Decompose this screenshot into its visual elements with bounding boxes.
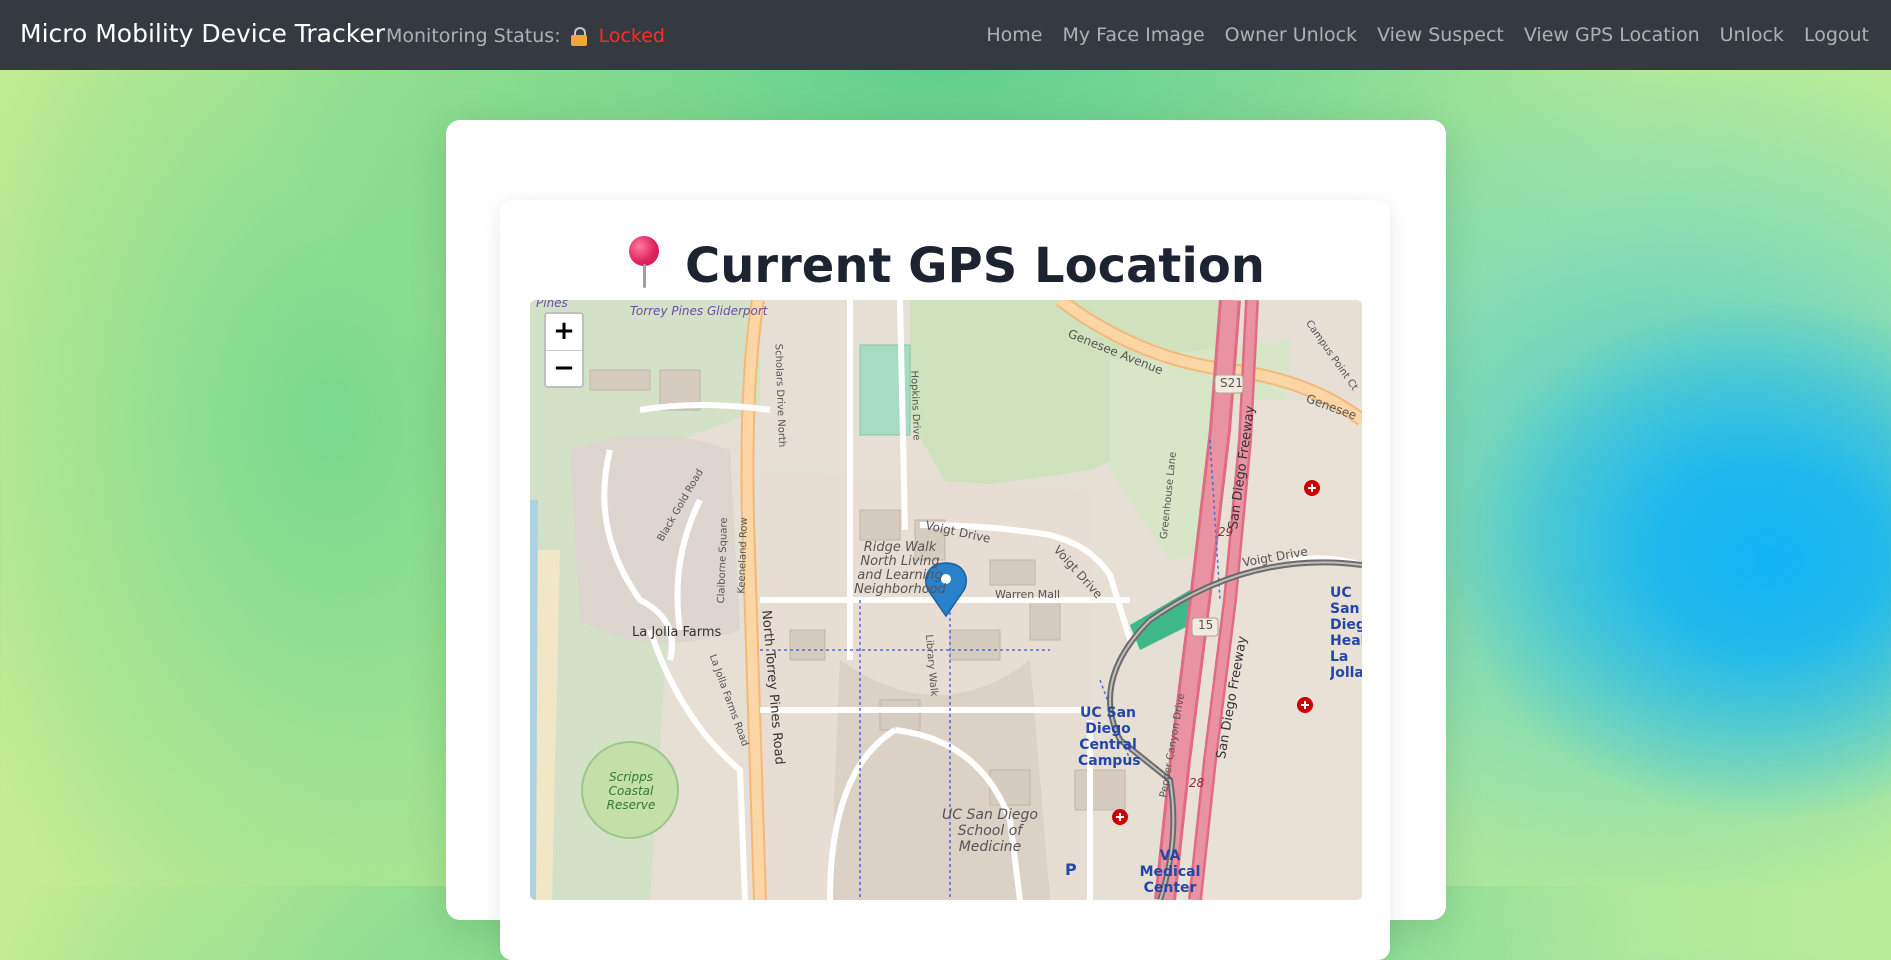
status-label: Monitoring Status:: [386, 25, 561, 47]
round-pushpin-icon: [625, 236, 665, 288]
label-parking: P: [1065, 860, 1077, 879]
zoom-out-button[interactable]: −: [546, 351, 582, 387]
nav-link-view-gps-location[interactable]: View GPS Location: [1524, 24, 1700, 46]
label-scripps: Scripps Coastal Reserve: [606, 770, 656, 812]
nav-link-my-face-image[interactable]: My Face Image: [1062, 24, 1204, 46]
navbar: Micro Mobility Device Tracker Monitoring…: [0, 0, 1891, 70]
label-la-jolla-farms: La Jolla Farms: [632, 625, 722, 640]
content-card: Current GPS Location + − Torrey Pines Gl…: [446, 120, 1446, 960]
label-va: VA Medical Center: [1139, 848, 1201, 896]
label-glider: Torrey Pines Gliderport: [630, 304, 768, 318]
label-r28: 28: [1189, 776, 1205, 790]
nav-link-home[interactable]: Home: [986, 24, 1042, 46]
nav-link-logout[interactable]: Logout: [1804, 24, 1869, 46]
status-value: Locked: [598, 25, 665, 47]
nav-links: Home My Face Image Owner Unlock View Sus…: [986, 0, 1891, 70]
nav-link-unlock[interactable]: Unlock: [1720, 24, 1784, 46]
label-ridge-walk: Ridge Walk North Living and Learning Nei…: [854, 540, 946, 597]
label-uc-health: UC San Diego Health La Jolla: [1330, 585, 1362, 681]
label-i15: 15: [1198, 618, 1214, 632]
map[interactable]: + − Torrey Pines Gliderport Pines Genese…: [530, 300, 1362, 900]
brand-title[interactable]: Micro Mobility Device Tracker: [20, 19, 385, 48]
lock-icon: [570, 26, 587, 46]
label-s21: S21: [1220, 376, 1243, 390]
label-pines: Pines: [536, 300, 568, 310]
label-warren-mall: Warren Mall: [995, 588, 1061, 601]
page-title-text: Current GPS Location: [685, 238, 1265, 294]
gps-card: Current GPS Location + − Torrey Pines Gl…: [500, 200, 1390, 960]
page-title: Current GPS Location: [500, 236, 1390, 294]
monitoring-status: Monitoring Status: Locked: [386, 25, 665, 47]
zoom-control: + −: [544, 312, 584, 388]
label-medicine: UC San Diego School of Medicine: [942, 807, 1038, 855]
zoom-in-button[interactable]: +: [546, 314, 582, 351]
label-uc-central: UC San Diego Central Campus: [1078, 705, 1141, 769]
nav-link-view-suspect[interactable]: View Suspect: [1377, 24, 1504, 46]
nav-link-owner-unlock[interactable]: Owner Unlock: [1225, 24, 1357, 46]
label-r29: 29: [1218, 525, 1234, 539]
